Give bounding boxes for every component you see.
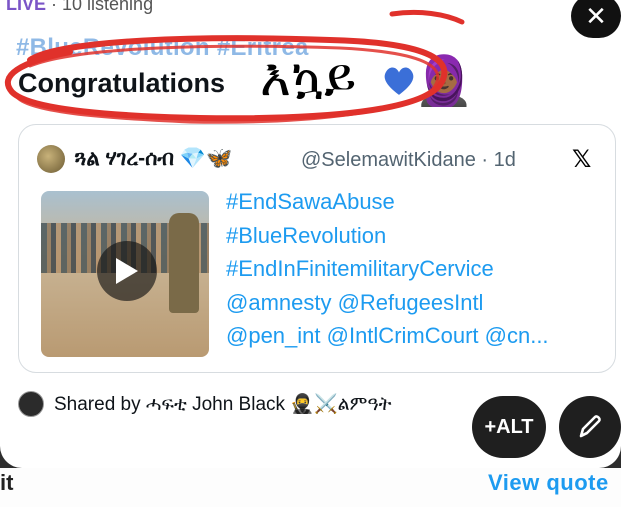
thumbnail-soldier (169, 213, 199, 313)
quote-line-mentions-2[interactable]: @pen_int @IntlCrimCourt @cn... (226, 319, 549, 353)
quoted-author-handle[interactable]: @SelemawitKidane · 1d (301, 149, 516, 172)
live-status: LIVE · 10 listening (6, 0, 153, 15)
alt-text-button[interactable]: +ALT (472, 396, 546, 458)
edit-button[interactable] (559, 396, 621, 458)
quoted-author-name[interactable]: ጓል ሃገረ-ሰብ 💎🦋 (75, 147, 232, 171)
quote-line-mentions-1[interactable]: @amnesty @RefugeesIntl (226, 286, 549, 320)
quote-line-hashtag-1[interactable]: #EndSawaAbuse (226, 185, 549, 219)
play-button[interactable] (97, 241, 157, 301)
underlay-left-text: it (0, 470, 14, 495)
live-label: LIVE (6, 0, 47, 14)
blue-heart-icon (384, 67, 414, 95)
view-quote-link[interactable]: View quote (488, 470, 609, 496)
congrats-text: Congratulations (18, 68, 225, 98)
x-logo-icon: 𝕏 (572, 146, 592, 173)
close-icon: ✕ (585, 0, 607, 31)
sharer-avatar[interactable] (18, 391, 44, 417)
shared-by-text[interactable]: Shared by ሓፍቲ John Black 🥷⚔️ልምዓት (54, 392, 391, 416)
pencil-icon (579, 415, 601, 438)
woman-hijab-emoji: 🧕🏾 (414, 55, 474, 108)
quoted-author-avatar[interactable] (37, 145, 65, 173)
shared-by-row: Shared by ሓፍቲ John Black 🥷⚔️ልምዓት (18, 390, 391, 418)
play-icon (116, 258, 138, 284)
handwritten-overlay: እኳይ (260, 48, 357, 108)
media-sheet: LIVE · 10 listening ✕ #BlueRevolution #E… (0, 0, 621, 468)
video-thumbnail[interactable] (41, 191, 209, 357)
quote-line-hashtag-2[interactable]: #BlueRevolution (226, 219, 549, 253)
quote-line-hashtag-3[interactable]: #EndInFinitemilitaryCervice (226, 252, 549, 286)
quoted-post-card[interactable]: ጓል ሃገረ-ሰብ 💎🦋 @SelemawitKidane · 1d 𝕏 #En… (18, 124, 616, 373)
listening-count: · 10 listening (46, 0, 154, 14)
quoted-post-text: #EndSawaAbuse #BlueRevolution #EndInFini… (226, 185, 549, 353)
close-button[interactable]: ✕ (571, 0, 621, 38)
